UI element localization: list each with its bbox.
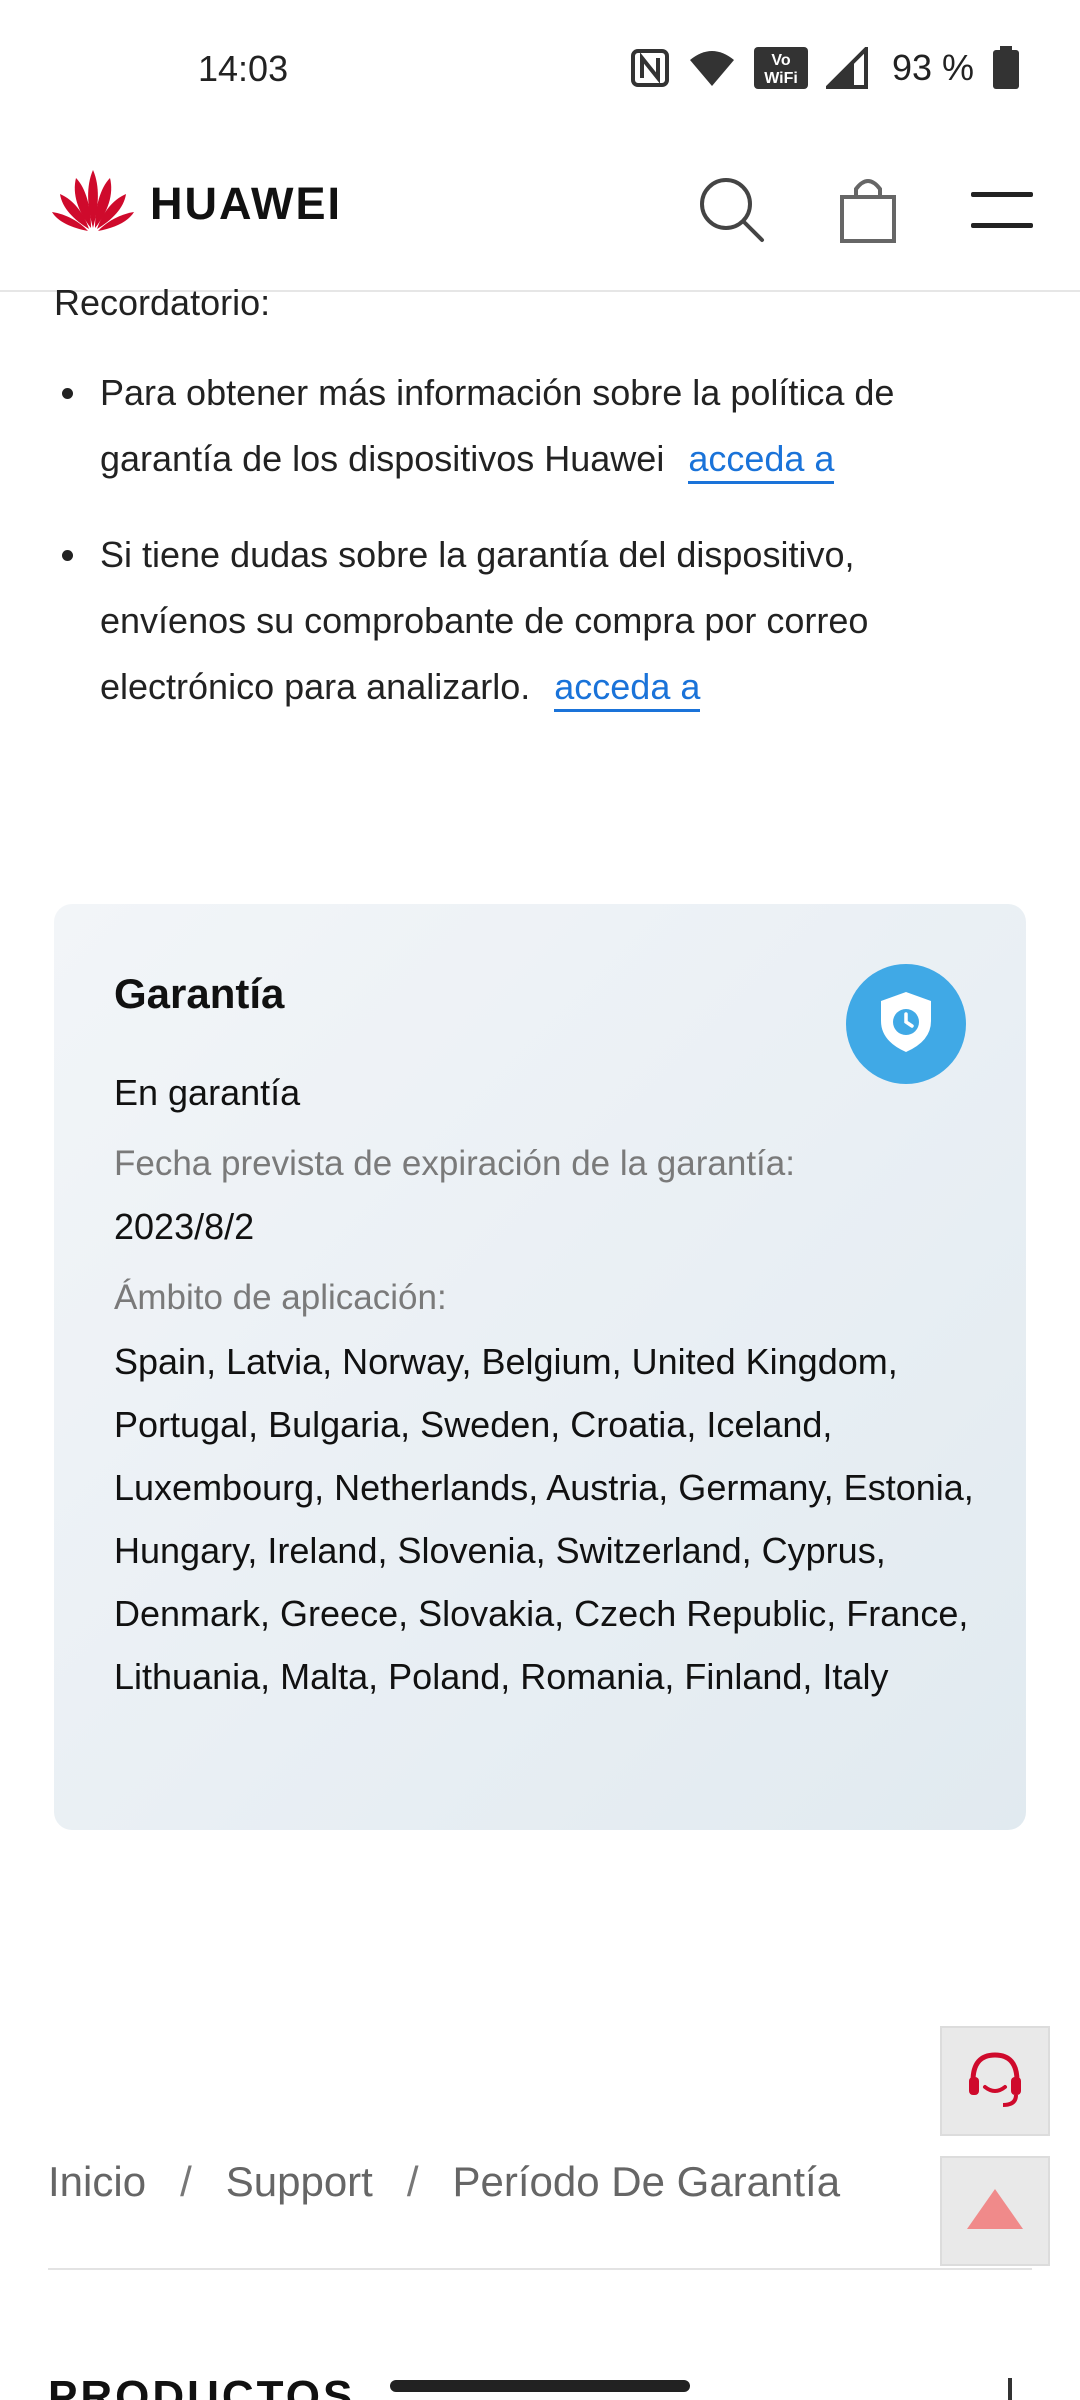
home-indicator[interactable] [390, 2380, 690, 2392]
vowifi-top: Vo [771, 52, 790, 69]
breadcrumb-separator: / [180, 2158, 192, 2205]
submit-proof-link[interactable]: acceda a [554, 666, 701, 712]
customer-service-button[interactable] [940, 2026, 1050, 2136]
battery-icon [992, 46, 1020, 90]
list-item: Si tiene dudas sobre la garantía del dis… [54, 522, 954, 720]
brand-name: HUAWEI [150, 177, 342, 229]
cart-button[interactable] [828, 172, 908, 252]
page: 14:03 Vo WiFi 93 % HUAWEI Recordatorio: … [0, 0, 1080, 2400]
vowifi-bottom: WiFi [764, 70, 798, 87]
shopping-bag-icon [838, 175, 898, 250]
scope-label: Ámbito de aplicación: [114, 1278, 447, 1317]
status-bar: 14:03 Vo WiFi 93 % [0, 0, 1080, 142]
bullet-text: Si tiene dudas sobre la garantía del dis… [100, 534, 869, 707]
list-item: Para obtener más información sobre la po… [54, 360, 954, 492]
huawei-logo[interactable]: HUAWEI [48, 166, 342, 241]
breadcrumb-item-current: Período De Garantía [452, 2158, 841, 2205]
breadcrumb-separator: / [406, 2158, 419, 2205]
status-time: 14:03 [198, 48, 289, 89]
reminder-title: Recordatorio: [54, 282, 271, 323]
divider [48, 2268, 1032, 2270]
headset-agent-icon [963, 2047, 1027, 2116]
shield-clock-icon [876, 989, 936, 1060]
site-header: HUAWEI [0, 142, 1080, 292]
search-button[interactable] [692, 172, 772, 252]
warranty-policy-link[interactable]: acceda a [688, 438, 835, 484]
expiry-date: 2023/8/2 [114, 1206, 255, 1247]
expand-plus-icon[interactable] [1008, 2378, 1012, 2400]
warranty-status: En garantía [114, 1072, 301, 1113]
breadcrumb-item-support[interactable]: Support [226, 2158, 373, 2206]
arrow-up-icon [965, 2185, 1025, 2238]
back-to-top-button[interactable] [940, 2156, 1050, 2266]
huawei-flower-icon [48, 166, 138, 241]
breadcrumb-item-inicio[interactable]: Inicio [48, 2158, 146, 2206]
expiry-label: Fecha prevista de expiración de la garan… [114, 1144, 795, 1183]
nfc-icon [630, 48, 670, 88]
scope-countries: Spain, Latvia, Norway, Belgium, United K… [114, 1341, 974, 1697]
search-icon [696, 174, 768, 251]
signal-icon [825, 47, 868, 89]
warranty-badge [846, 964, 966, 1084]
reminder-list: Para obtener más información sobre la po… [54, 360, 954, 750]
wifi-icon [688, 48, 736, 88]
vowifi-icon: Vo WiFi [753, 47, 808, 89]
warranty-title: Garantía [114, 970, 285, 1017]
breadcrumb: Inicio / Support / Período De Garantía [48, 2158, 840, 2206]
hamburger-menu-icon [971, 190, 1033, 235]
menu-button[interactable] [962, 172, 1042, 252]
battery-percent: 93 % [891, 47, 974, 88]
warranty-card: Garantía En garantía Fecha prevista de e… [54, 904, 1026, 1830]
footer-section-productos[interactable]: PRODUCTOS [48, 2372, 355, 2400]
status-icons: Vo WiFi 93 % [630, 46, 1020, 90]
